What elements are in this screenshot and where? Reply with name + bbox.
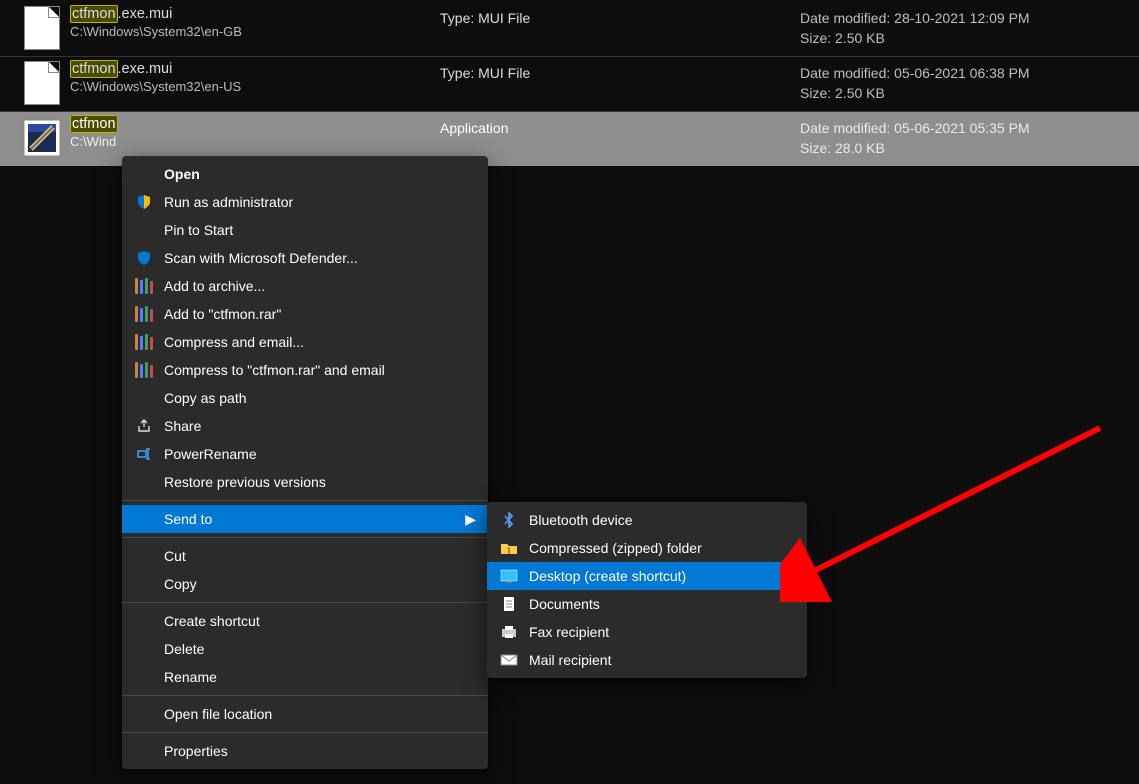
- file-path: C:\Windows\System32\en-US: [70, 79, 440, 94]
- search-match: ctfmon: [70, 60, 118, 78]
- sendto-bluetooth[interactable]: Bluetooth device: [487, 506, 807, 534]
- file-size: Size: 2.50 KB: [800, 30, 885, 46]
- sendto-submenu: Bluetooth device Compressed (zipped) fol…: [487, 502, 807, 678]
- file-name-rest: .exe.mui: [118, 6, 173, 22]
- file-icon: [20, 61, 64, 105]
- archive-icon: [132, 360, 156, 380]
- menu-copy[interactable]: Copy: [122, 570, 488, 598]
- menu-delete[interactable]: Delete: [122, 635, 488, 663]
- menu-compress-email[interactable]: Compress and email...: [122, 328, 488, 356]
- file-path: C:\Wind: [70, 134, 440, 149]
- file-name-rest: .exe.mui: [118, 61, 173, 77]
- menu-separator: [122, 500, 488, 501]
- menu-separator: [122, 537, 488, 538]
- menu-create-shortcut[interactable]: Create shortcut: [122, 607, 488, 635]
- menu-add-archive[interactable]: Add to archive...: [122, 272, 488, 300]
- menu-separator: [122, 732, 488, 733]
- file-row[interactable]: ctfmon.exe.mui C:\Windows\System32\en-US…: [0, 57, 1139, 112]
- search-match: ctfmon: [70, 5, 118, 23]
- shield-icon: [132, 192, 156, 212]
- menu-add-rar[interactable]: Add to "ctfmon.rar": [122, 300, 488, 328]
- menu-properties[interactable]: Properties: [122, 737, 488, 765]
- file-path: C:\Windows\System32\en-GB: [70, 24, 440, 39]
- sendto-documents[interactable]: Documents: [487, 590, 807, 618]
- menu-copy-path[interactable]: Copy as path: [122, 384, 488, 412]
- menu-open[interactable]: Open: [122, 160, 488, 188]
- bluetooth-icon: [497, 510, 521, 530]
- menu-open-location[interactable]: Open file location: [122, 700, 488, 728]
- menu-pin-to-start[interactable]: Pin to Start: [122, 216, 488, 244]
- context-menu: Open Run as administrator Pin to Start S…: [122, 156, 488, 769]
- file-type: Type: MUI File: [440, 61, 800, 81]
- file-row[interactable]: ctfmon.exe.mui C:\Windows\System32\en-GB…: [0, 2, 1139, 57]
- file-icon: [20, 6, 64, 50]
- menu-run-as-admin[interactable]: Run as administrator: [122, 188, 488, 216]
- share-icon: [132, 416, 156, 436]
- sendto-zip[interactable]: Compressed (zipped) folder: [487, 534, 807, 562]
- file-date: Date modified: 05-06-2021 05:35 PM: [800, 120, 1030, 136]
- mail-icon: [497, 650, 521, 670]
- menu-compress-rar-email[interactable]: Compress to "ctfmon.rar" and email: [122, 356, 488, 384]
- fax-icon: [497, 622, 521, 642]
- archive-icon: [132, 276, 156, 296]
- archive-icon: [132, 332, 156, 352]
- file-type: Type: MUI File: [440, 6, 800, 26]
- app-icon: [20, 116, 64, 160]
- menu-rename[interactable]: Rename: [122, 663, 488, 691]
- file-type: Application: [440, 116, 800, 136]
- menu-separator: [122, 695, 488, 696]
- archive-icon: [132, 304, 156, 324]
- zip-folder-icon: [497, 538, 521, 558]
- sendto-desktop[interactable]: Desktop (create shortcut): [487, 562, 807, 590]
- menu-separator: [122, 602, 488, 603]
- file-list: ctfmon.exe.mui C:\Windows\System32\en-GB…: [0, 0, 1139, 166]
- submenu-arrow-icon: ▶: [465, 511, 476, 528]
- search-match: ctfmon: [70, 115, 118, 133]
- file-size: Size: 28.0 KB: [800, 140, 885, 156]
- file-date: Date modified: 05-06-2021 06:38 PM: [800, 65, 1030, 81]
- menu-share[interactable]: Share: [122, 412, 488, 440]
- menu-send-to[interactable]: Send to▶: [122, 505, 488, 533]
- sendto-fax[interactable]: Fax recipient: [487, 618, 807, 646]
- powerrename-icon: [132, 444, 156, 464]
- file-date: Date modified: 28-10-2021 12:09 PM: [800, 10, 1030, 26]
- menu-scan-defender[interactable]: Scan with Microsoft Defender...: [122, 244, 488, 272]
- document-icon: [497, 594, 521, 614]
- defender-icon: [132, 248, 156, 268]
- desktop-icon: [497, 566, 521, 586]
- sendto-mail[interactable]: Mail recipient: [487, 646, 807, 674]
- menu-powerrename[interactable]: PowerRename: [122, 440, 488, 468]
- menu-restore-versions[interactable]: Restore previous versions: [122, 468, 488, 496]
- menu-cut[interactable]: Cut: [122, 542, 488, 570]
- file-size: Size: 2.50 KB: [800, 85, 885, 101]
- annotation-arrow: [780, 418, 1120, 618]
